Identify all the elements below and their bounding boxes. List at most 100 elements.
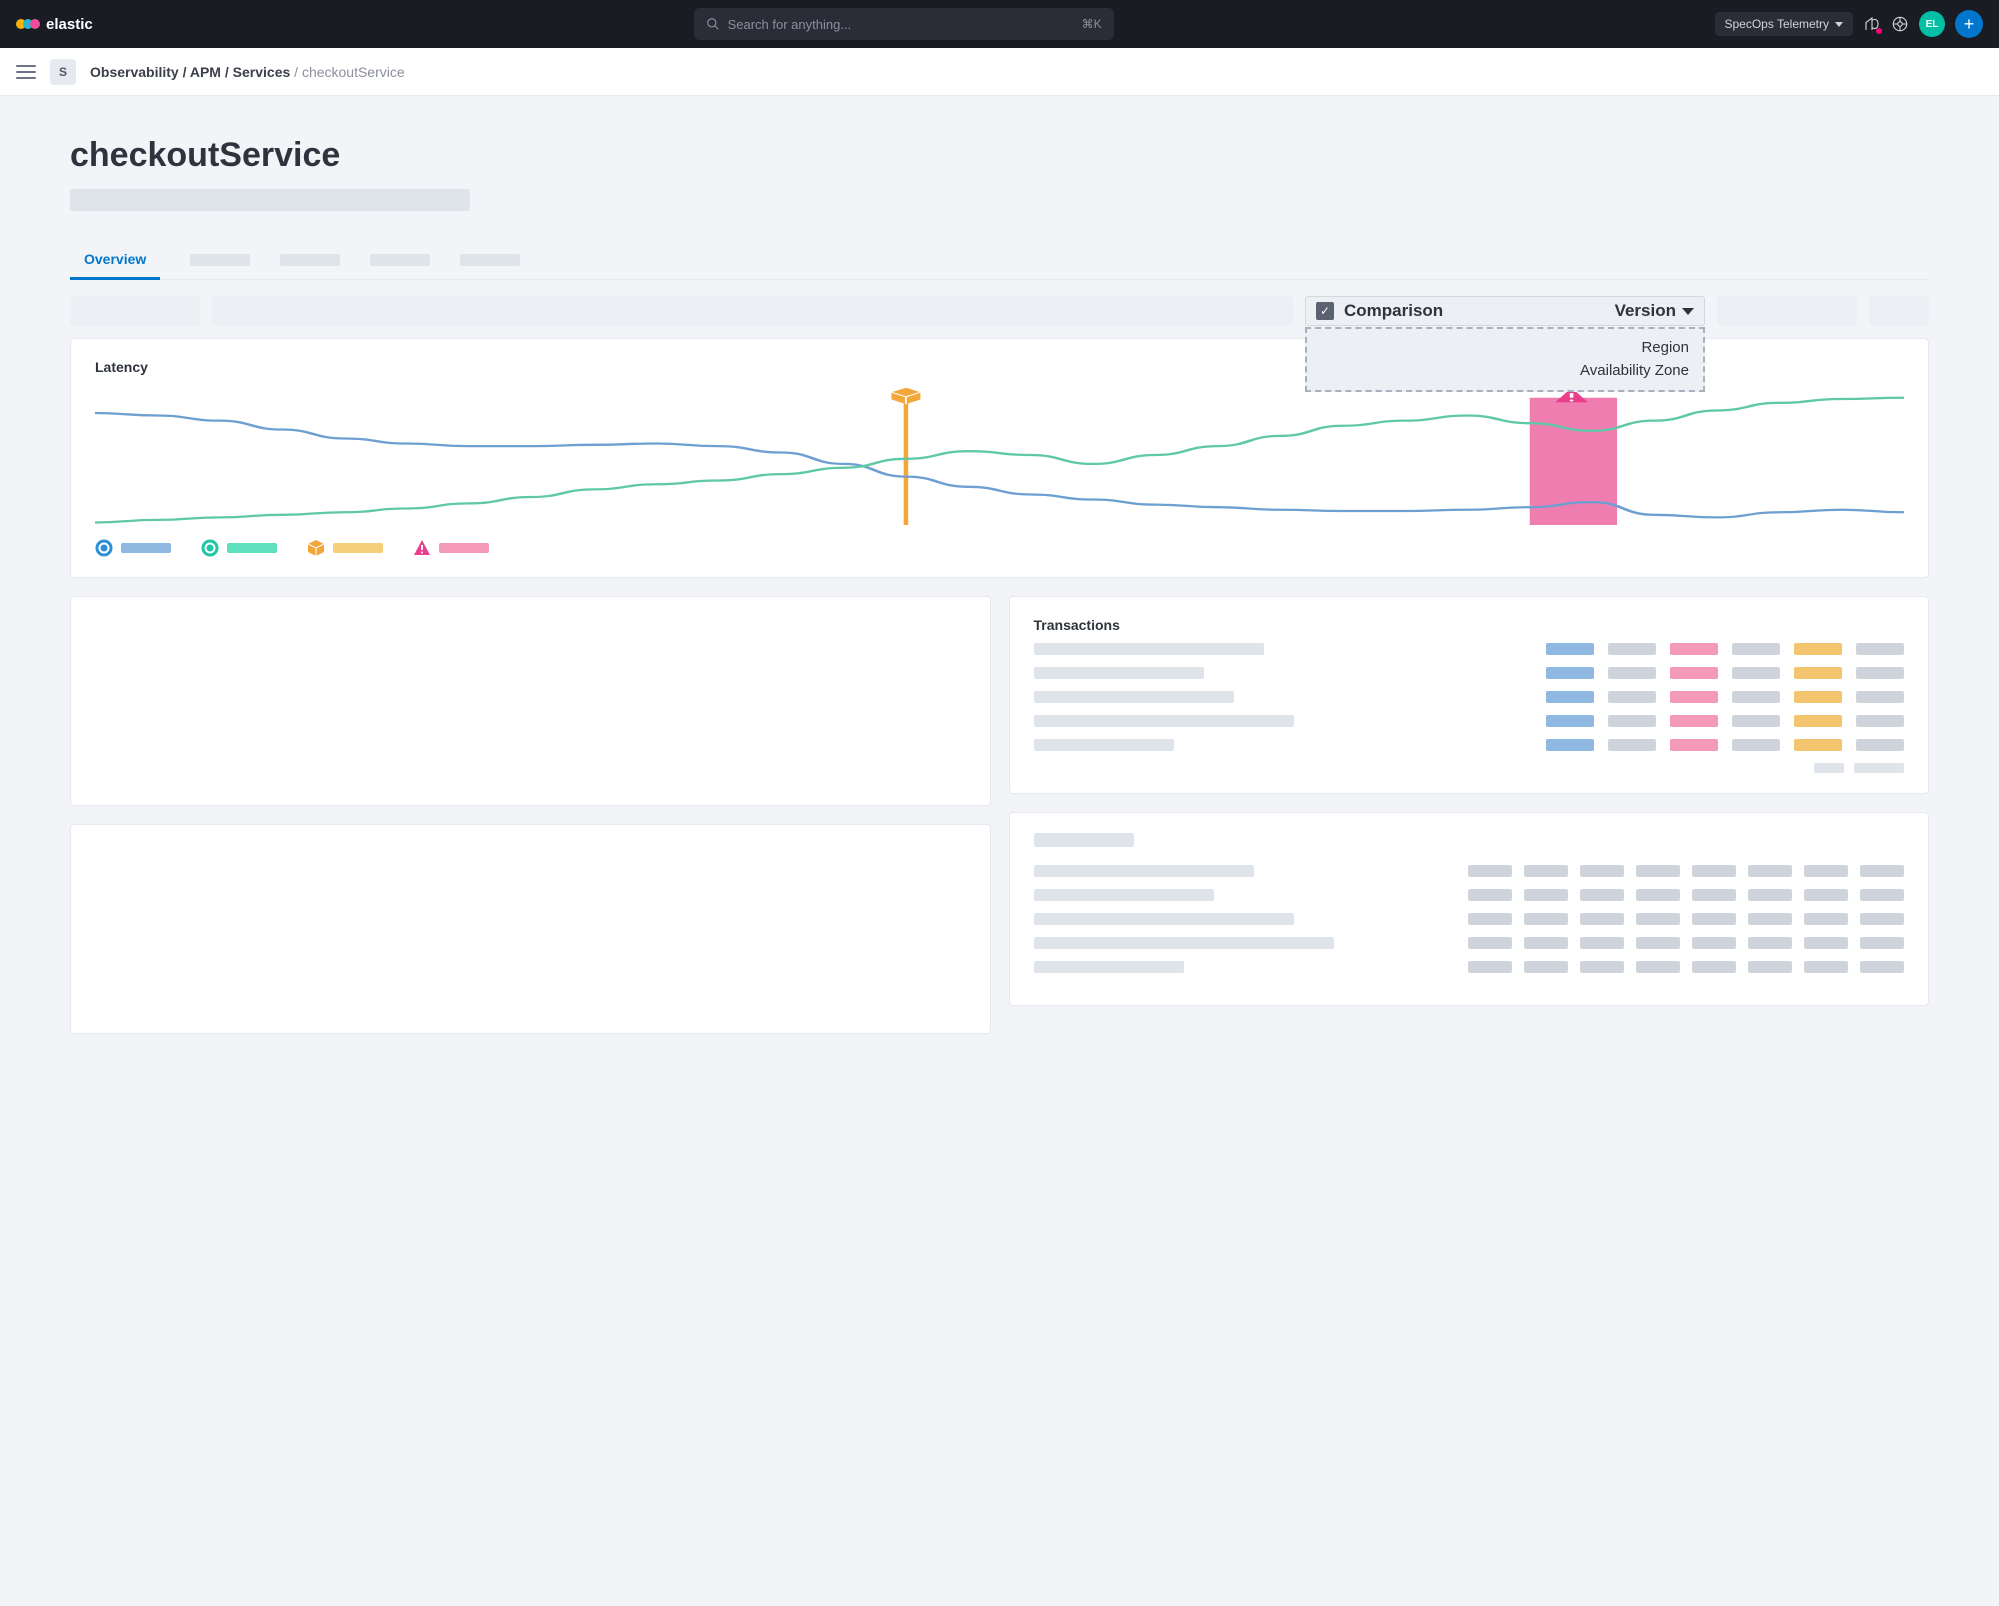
comparison-checkbox[interactable]: ✓ [1316,302,1334,320]
alert-icon [413,539,431,557]
breadcrumb-link[interactable]: Observability [90,64,179,80]
table-cell [1794,643,1842,655]
table-cell [1748,961,1792,973]
legend-bar [227,543,277,553]
legend-item[interactable] [307,539,383,557]
filter-skeleton[interactable] [70,296,200,326]
legend-bar [121,543,171,553]
table-row[interactable] [1034,961,1905,973]
table-cell [1804,889,1848,901]
row-name-skeleton [1034,691,1234,703]
table-cell [1468,889,1512,901]
table-cell [1524,961,1568,973]
table-cell [1804,913,1848,925]
filter-skeleton[interactable] [1717,296,1857,326]
legend-item[interactable] [201,539,277,557]
search-shortcut: ⌘K [1082,17,1102,31]
table-cell [1692,889,1736,901]
table-cell [1670,643,1718,655]
table-cell [1748,889,1792,901]
menu-toggle-icon[interactable] [16,65,36,79]
tab-skeleton[interactable] [190,254,250,266]
table-cell [1856,691,1904,703]
logo-icon [16,19,40,29]
pager-skeleton[interactable] [1854,763,1904,773]
table-row[interactable] [1034,667,1905,679]
comparison-option[interactable]: Region [1321,337,1689,360]
table-cell [1524,937,1568,949]
table-cell [1608,739,1656,751]
breadcrumb-link[interactable]: Services [233,64,291,80]
comparison-label: Comparison [1344,301,1443,321]
space-switcher[interactable]: SpecOps Telemetry [1715,12,1854,36]
breadcrumb-current: checkoutService [302,64,405,80]
table-cell [1692,937,1736,949]
news-icon[interactable] [1863,15,1881,33]
table-cell [1636,913,1680,925]
table-cell [1794,715,1842,727]
global-search[interactable]: Search for anything... ⌘K [694,8,1114,40]
comparison-dropdown: Region Availability Zone [1305,327,1705,392]
space-badge[interactable]: S [50,59,76,85]
table-cell [1732,691,1780,703]
table-cell [1636,961,1680,973]
table-cell [1794,691,1842,703]
comparison-select[interactable]: ✓ Comparison Version Region Availability… [1305,296,1705,326]
table-cell [1732,739,1780,751]
tab-skeleton[interactable] [370,254,430,266]
table-cell [1608,667,1656,679]
table-cell [1794,667,1842,679]
tab-skeleton[interactable] [460,254,520,266]
legend-item[interactable] [413,539,489,557]
add-button[interactable]: + [1955,10,1983,38]
table-cell [1860,889,1904,901]
table-cell [1732,643,1780,655]
chevron-down-icon [1682,308,1694,315]
breadcrumb-link[interactable]: APM [190,64,221,80]
table-cell [1636,937,1680,949]
row-name-skeleton [1034,643,1264,655]
brand-logo[interactable]: elastic [16,16,93,33]
row-name-skeleton [1034,715,1294,727]
table-row[interactable] [1034,865,1905,877]
table-cell [1580,913,1624,925]
table-cell [1860,937,1904,949]
generic-card [1009,812,1930,1006]
table-row[interactable] [1034,643,1905,655]
help-icon[interactable] [1891,15,1909,33]
pager-skeleton[interactable] [1814,763,1844,773]
page-subtitle-skeleton [70,189,470,211]
top-nav: elastic Search for anything... ⌘K SpecOp… [0,0,1999,48]
table-row[interactable] [1034,691,1905,703]
table-cell [1580,865,1624,877]
table-cell [1546,691,1594,703]
user-avatar[interactable]: EL [1919,11,1945,37]
row-name-skeleton [1034,937,1334,949]
table-row[interactable] [1034,913,1905,925]
circle-icon [95,539,113,557]
table-row[interactable] [1034,739,1905,751]
table-cell [1860,913,1904,925]
breadcrumb: Observability / APM / Services / checkou… [90,64,405,80]
table-cell [1580,889,1624,901]
table-cell [1608,691,1656,703]
filter-skeleton[interactable] [1869,296,1929,326]
tab-skeleton[interactable] [280,254,340,266]
table-row[interactable] [1034,937,1905,949]
table-cell [1670,691,1718,703]
table-cell [1608,715,1656,727]
legend-item[interactable] [95,539,171,557]
table-cell [1524,865,1568,877]
tab-overview[interactable]: Overview [70,241,160,280]
transactions-title: Transactions [1034,617,1905,633]
table-cell [1860,865,1904,877]
table-row[interactable] [1034,889,1905,901]
latency-chart[interactable] [95,385,1904,525]
table-cell [1670,715,1718,727]
table-row[interactable] [1034,715,1905,727]
comparison-option[interactable]: Availability Zone [1321,360,1689,383]
table-cell [1636,865,1680,877]
table-cell [1670,739,1718,751]
table-cell [1860,961,1904,973]
filter-skeleton[interactable] [212,296,1293,326]
